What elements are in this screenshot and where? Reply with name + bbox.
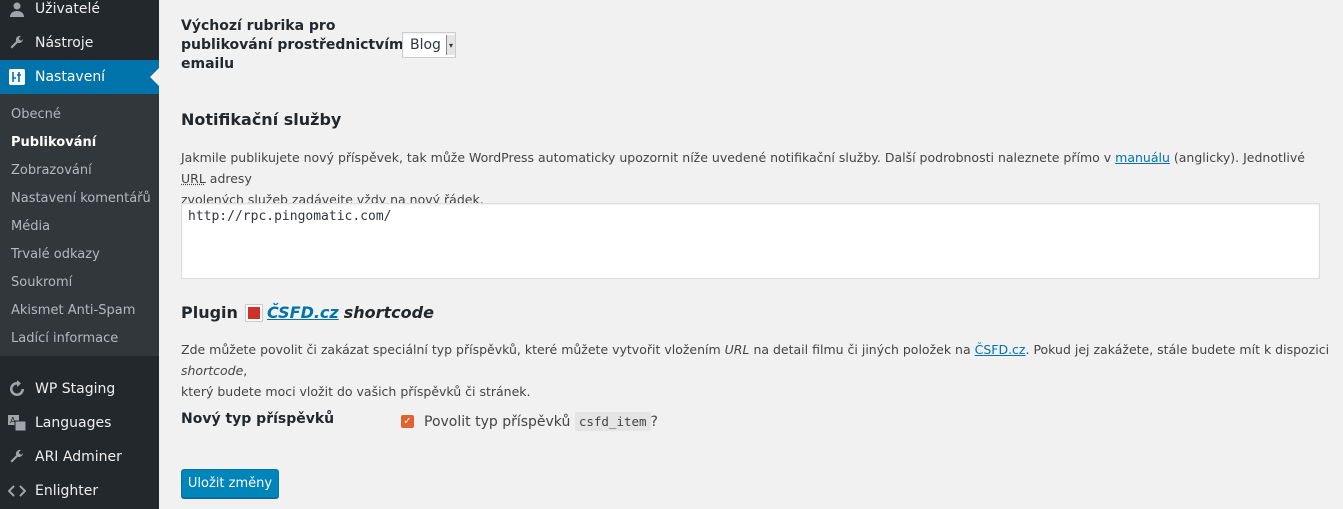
- checkbox-label[interactable]: Povolit typ příspěvků csfd_item?: [424, 411, 658, 433]
- menu-item-label: ARI Adminer: [35, 449, 122, 465]
- submenu-writing[interactable]: Publikování: [11, 135, 96, 150]
- desc-text: na detail filmu či jiných položek na: [749, 342, 975, 357]
- checkmark-icon: ✓: [403, 416, 412, 427]
- admin-sidebar: Uživatelé Nástroje Nastavení Obecné Publ…: [0, 0, 159, 509]
- desc-text: Jakmile publikujete nový příspěvek, tak …: [181, 150, 1116, 165]
- ping-sites-textarea[interactable]: http://rpc.pingomatic.com/: [181, 203, 1320, 279]
- translate-icon: A: [7, 413, 27, 433]
- menu-item-label: Nastavení: [35, 69, 106, 85]
- refresh-icon: [7, 379, 27, 399]
- menu-item-settings[interactable]: Nastavení: [0, 60, 159, 94]
- menu-item-wp-staging[interactable]: WP Staging: [0, 372, 159, 406]
- menu-item-label: Uživatelé: [35, 1, 100, 17]
- settings-icon: [7, 67, 27, 87]
- chevron-down-icon: ▾: [446, 35, 455, 55]
- enable-post-type-checkbox[interactable]: ✓: [401, 415, 414, 428]
- menu-item-label: Languages: [35, 415, 112, 431]
- label-line: Výchozí rubrika pro: [181, 18, 336, 34]
- code-icon: [7, 481, 27, 501]
- submenu-reading[interactable]: Zobrazování: [11, 163, 92, 178]
- svg-text:A: A: [10, 416, 16, 425]
- settings-submenu: Obecné Publikování Zobrazování Nastavení…: [0, 94, 159, 356]
- desc-text: adresy: [205, 171, 252, 186]
- desc-text: ,: [243, 363, 248, 378]
- users-icon: [7, 0, 27, 19]
- menu-item-ari-adminer[interactable]: ARI Adminer: [0, 440, 159, 474]
- csfd-logo-icon: [244, 303, 263, 322]
- notifications-heading: Notifikační služby: [181, 110, 342, 129]
- submenu-discussion[interactable]: Nastavení komentářů: [11, 191, 151, 206]
- submenu-akismet[interactable]: Akismet Anti-Spam: [11, 303, 135, 318]
- submenu-media[interactable]: Média: [11, 219, 50, 234]
- checkbox-text: Povolit typ příspěvků: [424, 414, 571, 430]
- menu-item-languages[interactable]: A Languages: [0, 406, 159, 440]
- desc-text: URL: [724, 342, 750, 357]
- submenu-general[interactable]: Obecné: [11, 107, 61, 122]
- notifications-description: Jakmile publikujete nový příspěvek, tak …: [181, 147, 1331, 210]
- email-category-label: Výchozí rubrika pro publikování prostřed…: [181, 17, 404, 74]
- select-value: Blog: [410, 37, 441, 53]
- desc-text: Zde můžete povolit či zakázat speciální …: [181, 342, 725, 357]
- desc-text: . Pokud jej zakážete, stále budete mít k…: [1025, 342, 1330, 357]
- csfd-heading-link[interactable]: ČSFD.cz: [267, 303, 339, 322]
- menu-item-label: Enlighter: [35, 483, 99, 499]
- label-line: emailu: [181, 56, 235, 72]
- desc-text: (anglicky). Jednotlivé: [1169, 150, 1305, 165]
- desc-text: který budete moci vložit do vašich přísp…: [181, 384, 531, 399]
- menu-item-tools[interactable]: Nástroje: [0, 26, 159, 60]
- manual-link[interactable]: manuálu: [1115, 150, 1170, 165]
- submenu-permalinks[interactable]: Trvalé odkazy: [11, 247, 100, 262]
- post-type-code: csfd_item: [574, 412, 651, 431]
- heading-text: shortcode: [343, 303, 434, 322]
- save-button[interactable]: Uložit změny: [181, 469, 279, 498]
- menu-item-label: WP Staging: [35, 381, 116, 397]
- wrench-icon: [7, 447, 27, 467]
- desc-text: shortcode: [181, 363, 244, 378]
- submenu-privacy[interactable]: Soukromí: [11, 275, 72, 290]
- menu-item-label: Nástroje: [35, 35, 94, 51]
- wrench-icon: [7, 33, 27, 53]
- heading-text: Plugin: [181, 303, 238, 322]
- plugin-heading: Plugin ČSFD.cz shortcode: [181, 303, 434, 322]
- plugin-description: Zde můžete povolit či zakázat speciální …: [181, 339, 1331, 402]
- email-category-select[interactable]: Blog ▾: [402, 32, 456, 58]
- post-type-label: Nový typ příspěvků: [181, 411, 335, 427]
- checkbox-text: ?: [650, 414, 658, 430]
- menu-item-users[interactable]: Uživatelé: [0, 0, 159, 26]
- menu-item-enlighter[interactable]: Enlighter: [0, 474, 159, 508]
- label-line: publikování prostřednictvím: [181, 37, 404, 53]
- url-abbr: URL: [181, 171, 206, 186]
- csfd-link[interactable]: ČSFD.cz: [975, 342, 1026, 357]
- submenu-debug[interactable]: Ladící informace: [11, 331, 118, 346]
